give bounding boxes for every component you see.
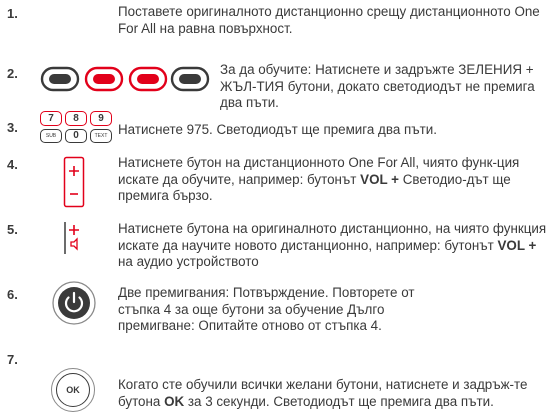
keypad-icon: 7 8 9 SUB 0 TEXT — [40, 111, 114, 145]
step-text: За да обучите: Натиснете и задръжте ЗЕЛЕ… — [220, 62, 535, 111]
dark-oval-button-icon — [170, 66, 210, 92]
step-text: Две премигвания: Потвърждение. Повторете… — [118, 285, 415, 334]
key-9: 9 — [90, 111, 112, 126]
ok-button-icon: OK — [51, 368, 95, 412]
step-text: Натиснете бутона на оригиналното дистанц… — [118, 221, 547, 270]
key-sub: SUB — [40, 129, 62, 143]
volume-rocker-icon — [63, 156, 85, 208]
key-7: 7 — [40, 111, 62, 126]
step-number: 2. — [7, 66, 18, 81]
audio-volume-button-icon — [64, 222, 79, 254]
red-oval-button-icon — [84, 66, 124, 92]
step-text: Натиснете 975. Светодиодът ще премига дв… — [118, 122, 437, 137]
key-text: TEXT — [90, 129, 112, 143]
dark-oval-button-icon — [40, 66, 80, 92]
power-button-icon — [52, 281, 96, 325]
step-text: Поставете оригиналното дистанционно срещ… — [118, 4, 540, 36]
step-number: 7. — [7, 352, 18, 367]
step-number: 6. — [7, 287, 18, 302]
step-number: 3. — [7, 120, 18, 135]
step-text: Натиснете бутон на дистанционното One Fo… — [118, 155, 520, 204]
step-text: Когато сте обучили всички желани бутони,… — [118, 377, 528, 409]
step-number: 5. — [7, 222, 18, 237]
red-oval-button-icon — [128, 66, 168, 92]
key-0: 0 — [65, 129, 87, 143]
ok-label: OK — [66, 385, 80, 395]
step-number: 4. — [7, 157, 18, 172]
key-8: 8 — [65, 111, 87, 126]
color-buttons-icon — [40, 66, 210, 92]
step-number: 1. — [7, 6, 18, 21]
